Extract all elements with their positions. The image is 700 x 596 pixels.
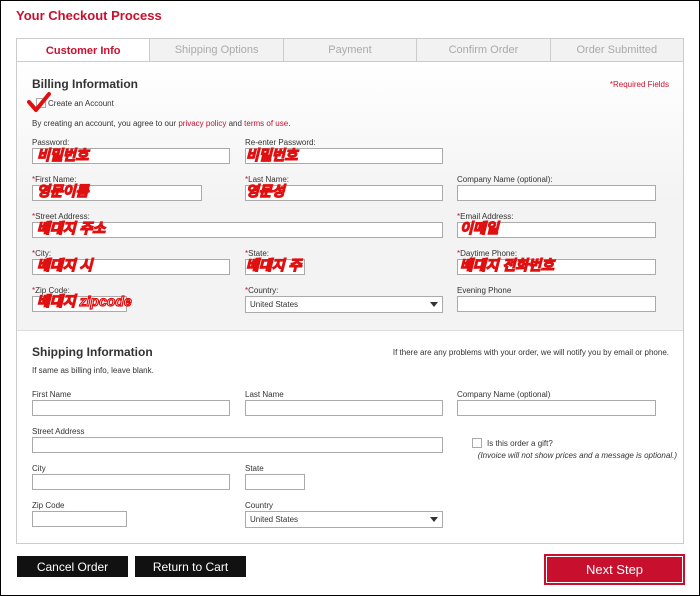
agreement-prefix: By creating an account, you agree to our <box>32 119 177 128</box>
ship-zip-label: Zip Code <box>32 501 65 510</box>
billing-company-input[interactable] <box>457 185 656 201</box>
country-label: *Country: <box>245 286 278 295</box>
gift-note: (Invoice will not show prices and a mess… <box>477 451 677 460</box>
ship-city-label: City <box>32 464 46 473</box>
ship-street-label: Street Address <box>32 427 85 436</box>
annotation-daytime-phone: 배대지 전화번호 <box>459 256 555 273</box>
company-label: Company Name (optional): <box>457 175 553 184</box>
cancel-order-button[interactable]: Cancel Order <box>17 556 128 577</box>
gift-checkbox[interactable] <box>472 438 482 448</box>
gift-label: Is this order a gift? <box>487 439 553 448</box>
ship-country-select[interactable]: United States <box>245 511 443 528</box>
chevron-down-icon <box>430 517 438 522</box>
ship-company-label: Company Name (optional) <box>457 390 551 399</box>
shipping-notify-note: If there are any problems with your orde… <box>392 348 669 357</box>
shipping-section-title: Shipping Information <box>32 345 153 359</box>
ship-first-name-label: First Name <box>32 390 72 399</box>
annotation-state: 배대지 주 <box>245 256 302 273</box>
account-agreement-text: By creating an account, you agree to our… <box>32 119 290 128</box>
annotation-password: 비밀번호 <box>36 146 89 163</box>
billing-country-value: United States <box>250 300 299 309</box>
terms-of-use-link[interactable]: terms of use <box>244 119 288 128</box>
ship-state-input[interactable] <box>245 474 305 490</box>
billing-country-select[interactable]: United States <box>245 296 443 313</box>
tab-order-submitted[interactable]: Order Submitted <box>550 38 685 62</box>
ship-street-input[interactable] <box>32 437 443 453</box>
return-to-cart-button[interactable]: Return to Cart <box>135 556 246 577</box>
annotation-reenter-password: 비밀번호 <box>245 146 298 163</box>
ship-company-input[interactable] <box>457 400 656 416</box>
annotation-street: 배대지 주소 <box>36 219 106 236</box>
checkout-form-panel: Billing Information *Required Fields Cre… <box>16 61 684 544</box>
billing-evening-phone-input[interactable] <box>457 296 656 312</box>
privacy-policy-link[interactable]: privacy policy <box>178 119 226 128</box>
shipping-same-note: If same as billing info, leave blank. <box>32 366 154 375</box>
ship-last-name-label: Last Name <box>245 390 284 399</box>
ship-state-label: State <box>245 464 264 473</box>
tab-shipping-options[interactable]: Shipping Options <box>150 38 284 62</box>
evening-phone-label: Evening Phone <box>457 286 512 295</box>
ship-country-label: Country <box>245 501 274 510</box>
annotation-email: 이메일 <box>459 219 499 236</box>
ship-first-name-input[interactable] <box>32 400 230 416</box>
tab-payment[interactable]: Payment <box>283 38 418 62</box>
ship-last-name-input[interactable] <box>245 400 443 416</box>
billing-section-title: Billing Information <box>32 77 138 91</box>
checkout-steps: Customer Info Shipping Options Payment C… <box>16 38 685 63</box>
page-title: Your Checkout Process <box>16 8 162 23</box>
annotation-city: 배대지 시 <box>36 256 93 273</box>
create-account-label: Create an Account <box>48 99 114 108</box>
annotation-last-name: 영문성 <box>245 182 285 199</box>
ship-city-input[interactable] <box>32 474 230 490</box>
annotation-first-name: 영문이름 <box>36 182 89 199</box>
country-text: Country: <box>248 286 279 295</box>
tab-confirm-order[interactable]: Confirm Order <box>417 38 551 62</box>
annotation-zip: 배대지 zipcode <box>36 292 132 309</box>
required-fields-note: *Required Fields <box>609 80 669 89</box>
chevron-down-icon <box>430 302 438 307</box>
ship-zip-input[interactable] <box>32 511 127 527</box>
next-step-button[interactable]: Next Step <box>544 554 685 585</box>
agreement-suffix: . <box>288 119 291 128</box>
ship-country-value: United States <box>250 515 299 524</box>
agreement-and: and <box>228 119 242 128</box>
checkmark-icon <box>27 92 51 112</box>
tab-customer-info[interactable]: Customer Info <box>16 38 151 63</box>
